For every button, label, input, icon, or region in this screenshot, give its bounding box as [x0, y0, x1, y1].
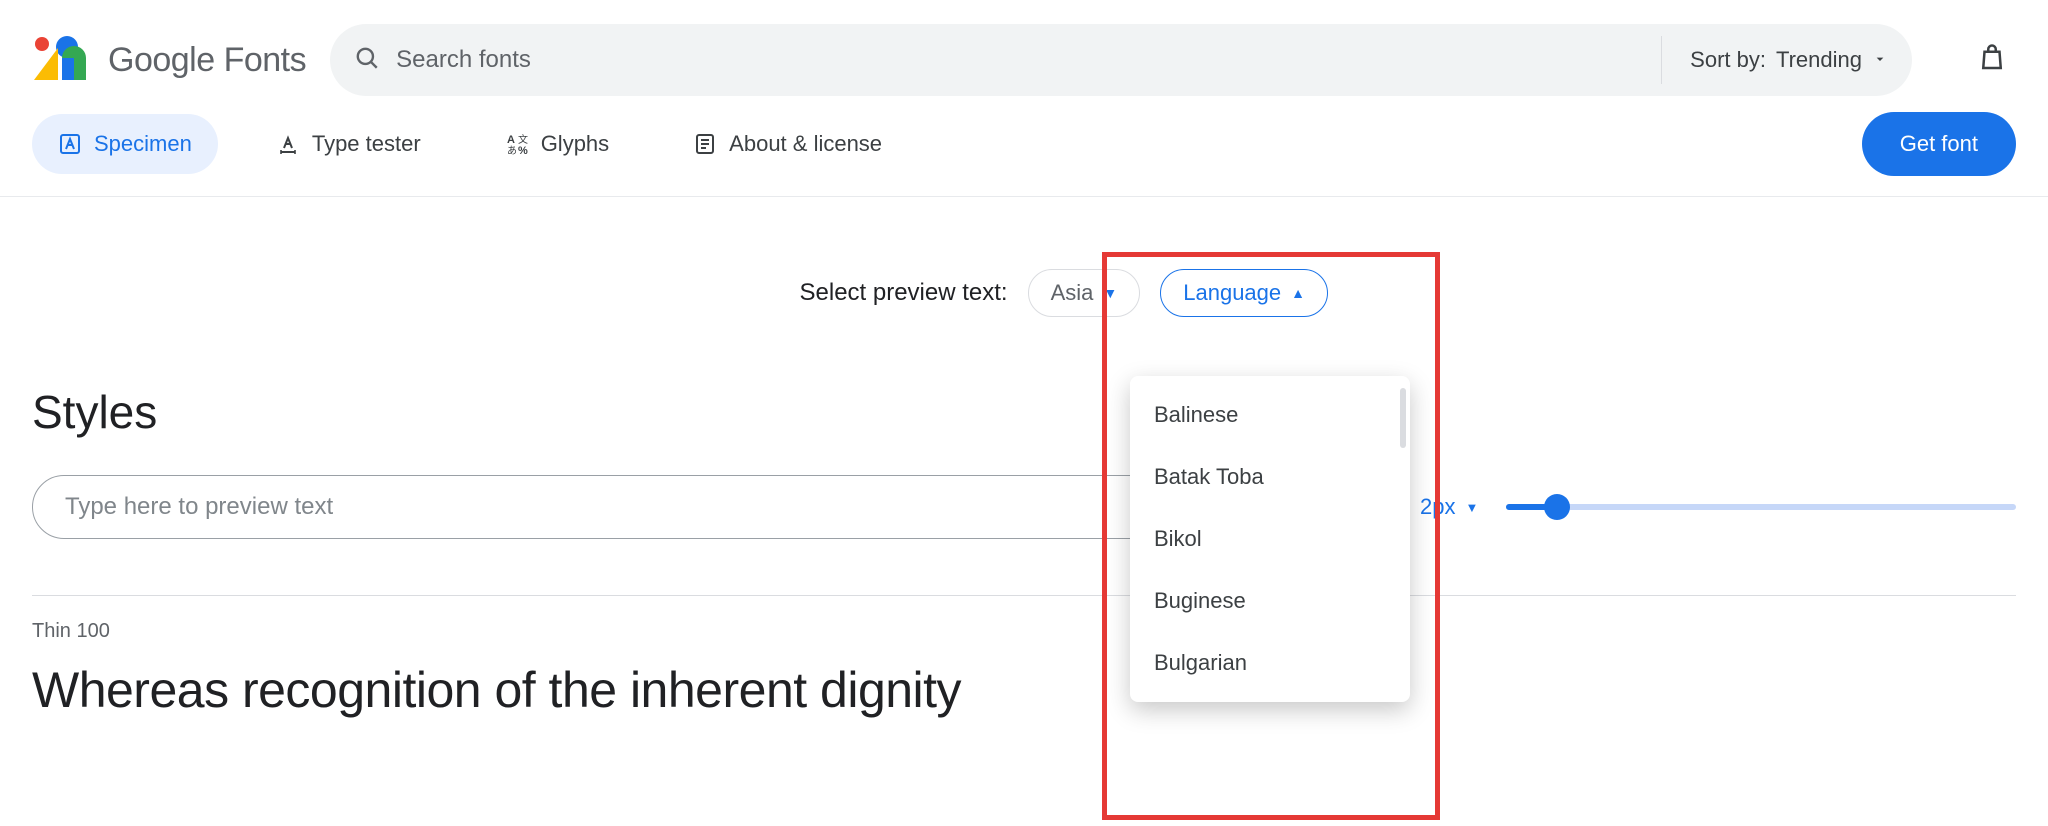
brand-wordmark: Google Fonts [108, 41, 306, 80]
region-chip[interactable]: Asia ▼ [1028, 269, 1141, 317]
get-font-button[interactable]: Get font [1862, 112, 2016, 176]
language-option[interactable]: Bikol [1130, 508, 1410, 570]
style-preview-text: Whereas recognition of the inherent dign… [32, 661, 2016, 719]
sort-label: Sort by: [1690, 47, 1766, 73]
slider-thumb[interactable] [1544, 494, 1570, 520]
svg-text:%: % [518, 145, 528, 156]
language-option[interactable]: Batak Toba [1130, 446, 1410, 508]
sort-dropdown[interactable]: Sort by: Trending [1661, 36, 1888, 84]
search-bar[interactable]: Sort by: Trending [330, 24, 1912, 96]
tab-label: Type tester [312, 131, 421, 157]
search-icon [354, 45, 380, 76]
style-row: Thin 100 Whereas recognition of the inhe… [32, 595, 2016, 719]
specimen-icon [58, 132, 82, 156]
tab-label: Specimen [94, 131, 192, 157]
font-size-value: 2px [1420, 494, 1455, 520]
about-icon [693, 132, 717, 156]
tab-glyphs[interactable]: A 文 あ % Glyphs [479, 114, 635, 174]
slider-track [1506, 504, 2016, 510]
language-chip[interactable]: Language ▲ [1160, 269, 1328, 317]
language-dropdown[interactable]: Balinese Batak Toba Bikol Buginese Bulga… [1130, 376, 1410, 702]
get-font-label: Get font [1900, 131, 1978, 157]
shopping-bag-icon [1977, 43, 2007, 78]
search-input[interactable] [396, 46, 1645, 74]
tab-label: About & license [729, 131, 882, 157]
tab-about-license[interactable]: About & license [667, 114, 908, 174]
language-option[interactable]: Bulgarian [1130, 632, 1410, 694]
style-weight-label: Thin 100 [32, 620, 2016, 643]
language-option[interactable]: Balinese [1130, 384, 1410, 446]
language-option[interactable]: Buginese [1130, 570, 1410, 632]
tab-specimen[interactable]: Specimen [32, 114, 218, 174]
chevron-down-icon [1872, 47, 1888, 73]
glyphs-icon: A 文 あ % [505, 132, 529, 156]
svg-text:あ: あ [507, 145, 517, 156]
sort-value: Trending [1776, 47, 1862, 73]
brand-logo[interactable]: Google Fonts [32, 34, 306, 87]
styles-heading: Styles [32, 385, 2016, 439]
fonts-logo-icon [32, 34, 90, 87]
shopping-bag-button[interactable] [1968, 36, 2016, 84]
chevron-up-icon: ▲ [1291, 285, 1305, 301]
font-size-select[interactable]: 2px ▼ [1420, 494, 1478, 520]
chevron-down-icon: ▼ [1103, 285, 1117, 301]
svg-text:A: A [507, 134, 515, 146]
chevron-down-icon: ▼ [1465, 500, 1478, 515]
type-tester-icon [276, 132, 300, 156]
region-chip-label: Asia [1051, 280, 1094, 306]
language-chip-label: Language [1183, 280, 1281, 306]
font-size-slider[interactable] [1506, 504, 2016, 510]
preview-text-label: Select preview text: [800, 279, 1008, 307]
tab-label: Glyphs [541, 131, 609, 157]
tab-type-tester[interactable]: Type tester [250, 114, 447, 174]
